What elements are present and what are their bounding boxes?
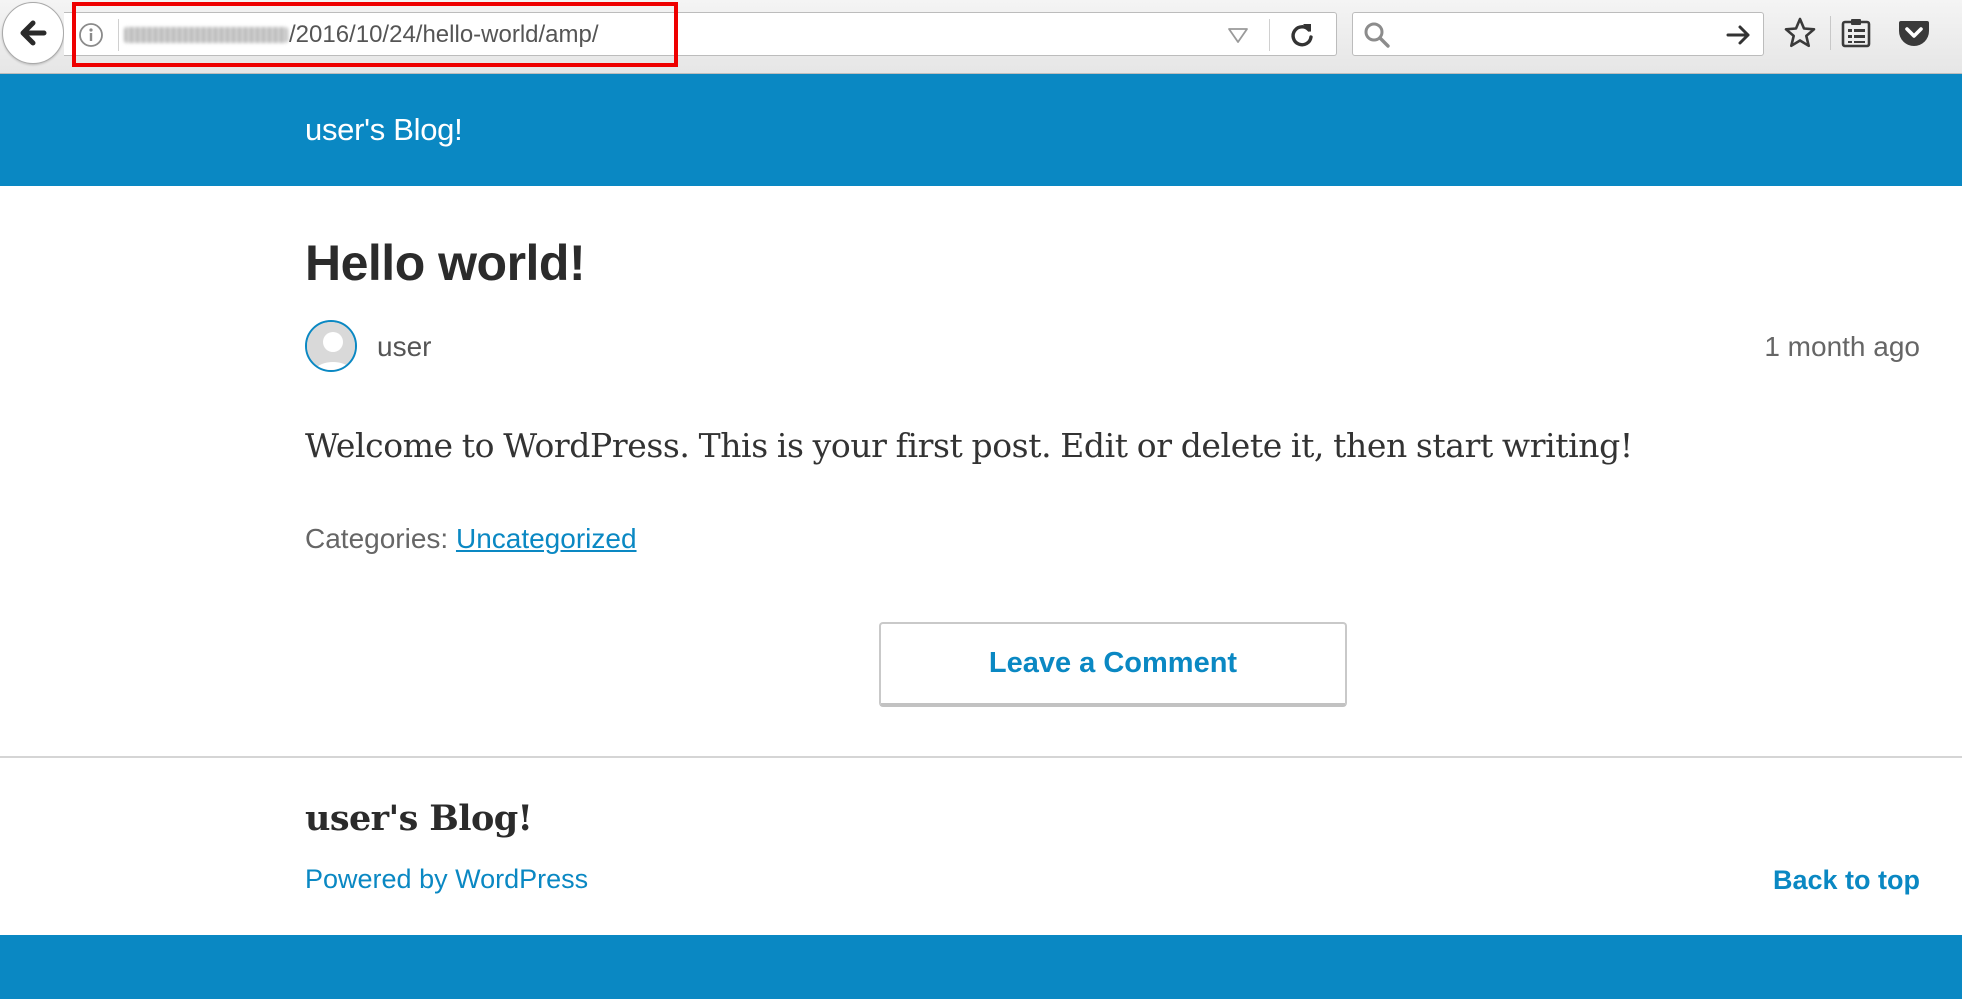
category-link-uncategorized[interactable]: Uncategorized xyxy=(456,523,637,554)
site-title-link[interactable]: user's Blog! xyxy=(305,112,463,148)
post-categories: Categories: Uncategorized xyxy=(305,523,637,555)
reading-list-icon[interactable] xyxy=(1839,16,1873,50)
post-title: Hello world! xyxy=(305,235,586,291)
url-separator-2 xyxy=(1269,19,1270,51)
back-to-top-link[interactable]: Back to top xyxy=(1773,865,1920,896)
search-go-arrow-icon[interactable] xyxy=(1725,22,1753,48)
search-icon xyxy=(1364,22,1390,48)
author-avatar[interactable] xyxy=(305,320,357,372)
browser-toolbar: /2016/10/24/hello-world/amp/ xyxy=(0,0,1962,74)
back-arrow-icon xyxy=(20,20,47,46)
footer-site-title: user's Blog! xyxy=(305,798,533,839)
post-content: Welcome to WordPress. This is your first… xyxy=(305,426,1633,465)
footer-bar xyxy=(0,935,1962,999)
search-bar[interactable] xyxy=(1352,12,1764,56)
user-avatar-icon xyxy=(307,322,355,370)
categories-label: Categories: xyxy=(305,523,449,554)
footer-divider xyxy=(0,756,1962,758)
powered-by-link[interactable]: Powered by WordPress xyxy=(305,864,588,895)
leave-comment-button[interactable]: Leave a Comment xyxy=(879,622,1347,707)
pocket-icon[interactable] xyxy=(1897,16,1931,50)
reload-icon[interactable] xyxy=(1288,21,1316,49)
back-button[interactable] xyxy=(2,2,64,64)
dropdown-triangle-icon[interactable] xyxy=(1226,25,1250,45)
toolbar-separator xyxy=(1830,16,1831,50)
site-header: user's Blog! xyxy=(0,74,1962,186)
author-name: user xyxy=(377,331,432,362)
post-date: 1 month ago xyxy=(1764,331,1920,362)
bookmark-star-icon[interactable] xyxy=(1783,16,1817,50)
url-highlight-box xyxy=(72,2,678,67)
